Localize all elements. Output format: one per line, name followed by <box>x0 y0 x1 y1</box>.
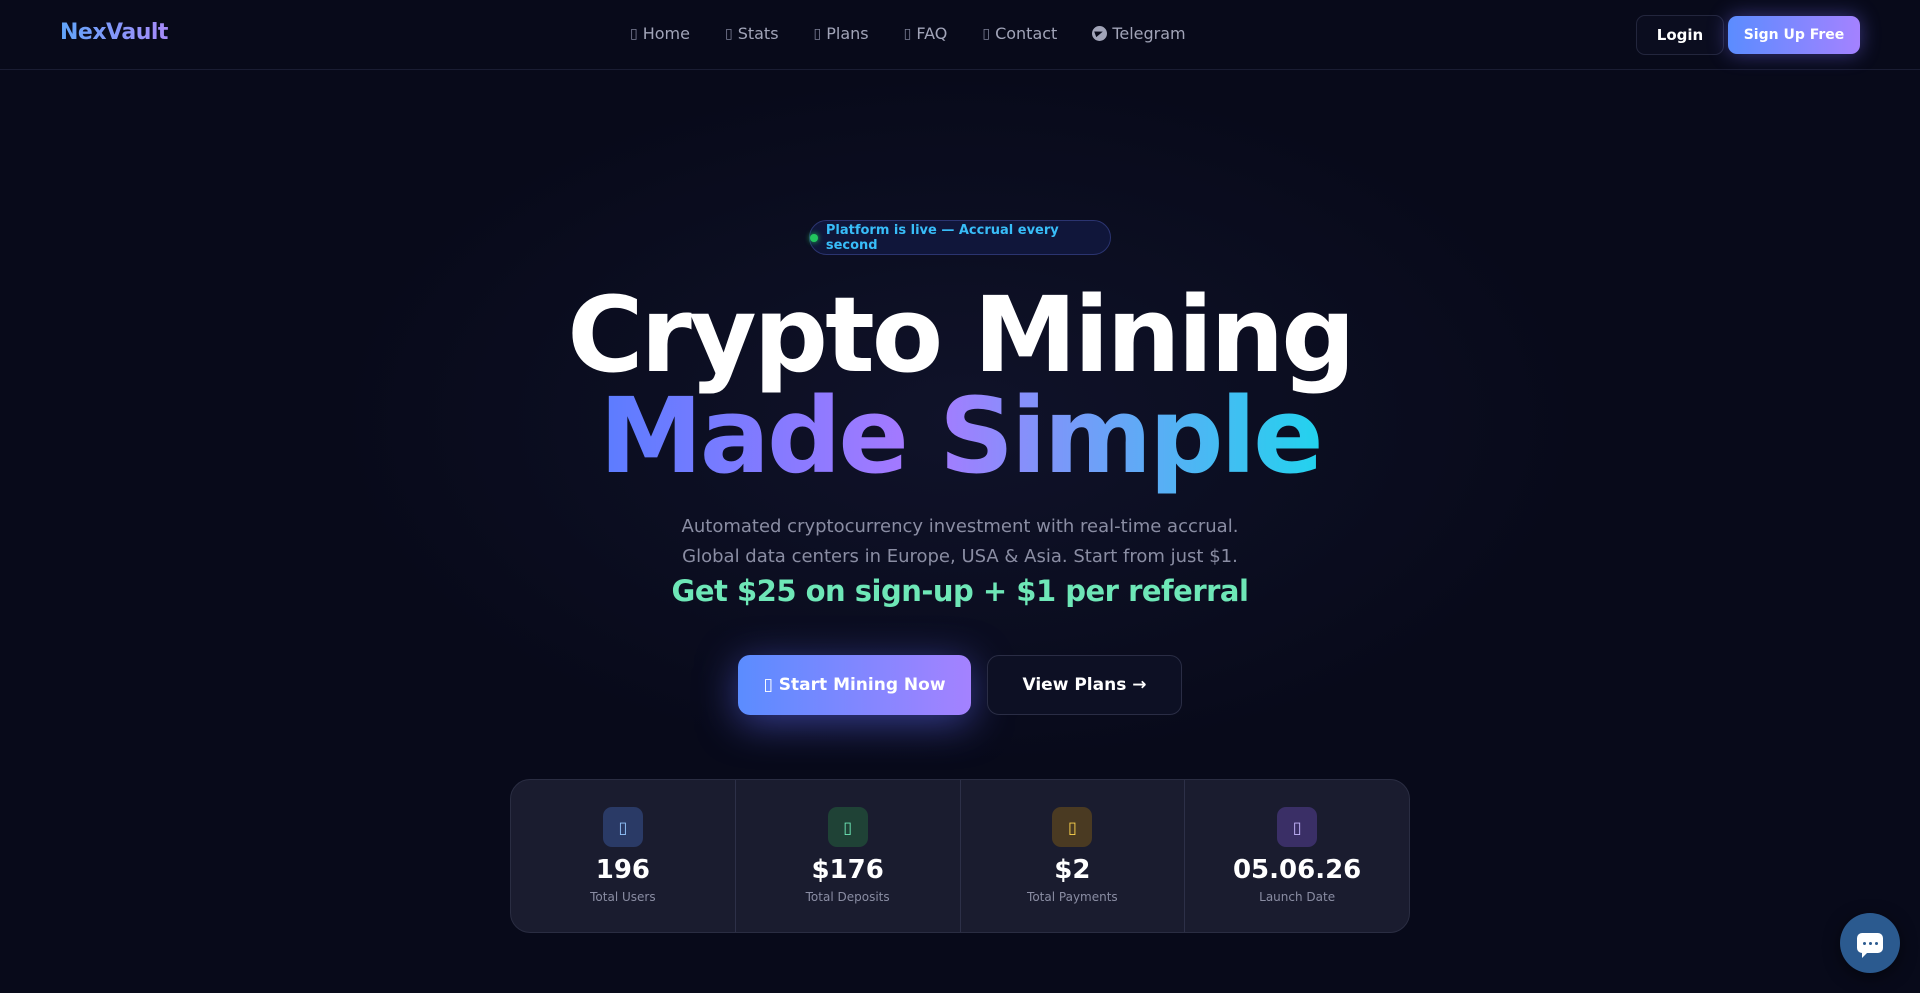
nav-contact[interactable]: ▯ Contact <box>982 24 1057 43</box>
stats-panel: ▯ 196 Total Users ▯ $176 Total Deposits … <box>510 779 1410 933</box>
stat-value: 05.06.26 <box>1232 855 1362 885</box>
stat-label: Total Users <box>590 890 656 904</box>
stat-total-deposits: ▯ $176 Total Deposits <box>736 780 961 932</box>
nav-home[interactable]: ▯ Home <box>630 24 690 43</box>
nav-telegram[interactable]: Telegram <box>1092 24 1186 43</box>
main-nav: ▯ Home ▯ Stats ▯ Plans ▯ FAQ ▯ Contact T… <box>630 24 1221 43</box>
nav-home-label: Home <box>642 24 690 43</box>
chat-icon <box>1857 933 1883 958</box>
nav-stats-label: Stats <box>737 24 779 43</box>
hero-subtitle: Automated cryptocurrency investment with… <box>0 512 1920 572</box>
nav-faq-label: FAQ <box>916 24 948 43</box>
deposits-icon: ▯ <box>827 807 868 847</box>
nav-plans[interactable]: ▯ Plans <box>814 24 869 43</box>
signup-bonus-text: Get $25 on sign-up + $1 per referral <box>671 574 1249 608</box>
stat-label: Total Deposits <box>805 890 890 904</box>
plans-icon: ▯ <box>813 25 822 42</box>
stat-value: $2 <box>1054 855 1091 885</box>
stat-value: 196 <box>595 855 651 885</box>
payments-icon: ▯ <box>1052 807 1093 847</box>
faq-icon: ▯ <box>903 25 912 42</box>
start-mining-button[interactable]: ▯ Start Mining Now <box>738 655 971 715</box>
live-badge-text: Platform is live — Accrual every second <box>825 222 1059 253</box>
stat-total-users: ▯ 196 Total Users <box>511 780 736 932</box>
stat-value: $176 <box>811 855 884 885</box>
stat-launch-date: ▯ 05.06.26 Launch Date <box>1185 780 1409 932</box>
start-mining-label: Start Mining Now <box>778 675 946 695</box>
nav-telegram-label: Telegram <box>1112 24 1186 43</box>
hero-title-line2: Made Simple <box>0 376 1920 496</box>
top-navbar: NexVault ▯ Home ▯ Stats ▯ Plans ▯ FAQ ▯ … <box>0 0 1920 70</box>
chat-widget-button[interactable] <box>1840 913 1900 973</box>
nav-faq[interactable]: ▯ FAQ <box>904 24 948 43</box>
rocket-icon: ▯ <box>763 675 773 695</box>
nav-contact-label: Contact <box>995 24 1058 43</box>
stat-label: Launch Date <box>1259 890 1336 904</box>
brand-logo[interactable]: NexVault <box>60 20 168 45</box>
stat-total-payments: ▯ $2 Total Payments <box>961 780 1186 932</box>
login-button[interactable]: Login <box>1636 15 1724 55</box>
platform-live-badge: Platform is live — Accrual every second <box>809 220 1111 255</box>
stats-icon: ▯ <box>724 25 733 42</box>
users-icon: ▯ <box>602 807 643 847</box>
calendar-icon: ▯ <box>1277 807 1318 847</box>
nav-plans-label: Plans <box>826 24 869 43</box>
hero-title-gradient: Made Simple <box>599 375 1323 497</box>
view-plans-button[interactable]: View Plans → <box>987 655 1182 715</box>
hero-subtitle-line1: Automated cryptocurrency investment with… <box>681 516 1239 537</box>
home-icon: ▯ <box>630 25 638 42</box>
signup-button[interactable]: Sign Up Free <box>1728 16 1860 54</box>
hero-subtitle-line2: Global data centers in Europe, USA & Asi… <box>682 546 1238 567</box>
telegram-icon <box>1092 26 1108 41</box>
nav-stats[interactable]: ▯ Stats <box>725 24 779 43</box>
contact-icon: ▯ <box>982 25 991 42</box>
stat-label: Total Payments <box>1027 890 1118 904</box>
live-status-dot <box>810 233 818 242</box>
